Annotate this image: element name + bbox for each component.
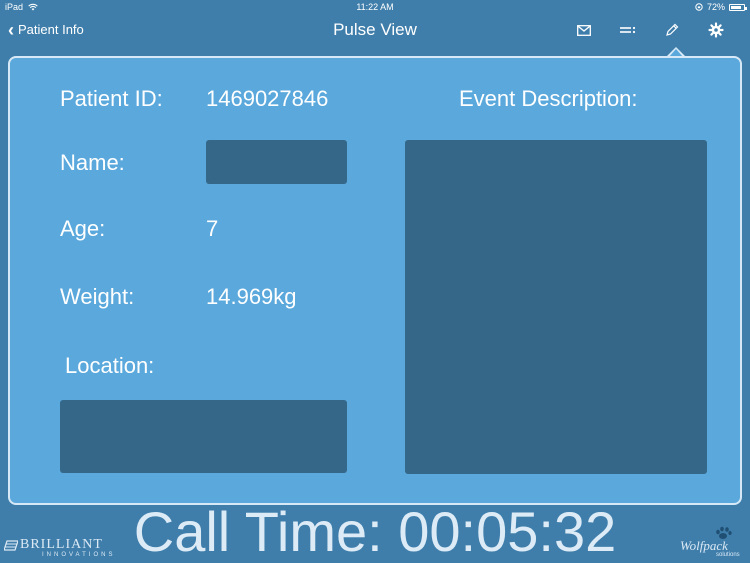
name-input[interactable]	[206, 140, 347, 184]
age-label: Age:	[60, 216, 106, 241]
brilliant-logo-text: BRILLIANT	[20, 537, 103, 552]
solutions-logo-text: solutions	[716, 552, 740, 558]
nav-bar: ‹ Patient Info Pulse View	[0, 14, 750, 48]
patient-id-label: Patient ID:	[60, 86, 163, 111]
location-label: Location:	[65, 353, 155, 378]
lock-rotation-icon	[695, 3, 703, 11]
wolfpack-solutions-logo: Wolfpack solutions	[676, 524, 748, 560]
age-value: 7	[206, 216, 219, 241]
status-bar: iPad 11:22 AM 72%	[0, 0, 750, 14]
battery-icon	[729, 3, 747, 11]
pencil-icon[interactable]	[662, 20, 682, 40]
sliders-icon[interactable]	[618, 20, 638, 40]
battery-percent: 72%	[706, 2, 725, 12]
weight-value: 14.969kg	[206, 284, 297, 309]
brilliant-logo-mark	[4, 540, 18, 551]
name-label: Name:	[60, 150, 125, 175]
innovations-logo-text: INNOVATIONS	[42, 552, 116, 558]
gear-icon[interactable]	[706, 20, 726, 40]
event-description-textarea[interactable]	[405, 140, 707, 474]
location-input[interactable]	[60, 400, 347, 473]
brilliant-innovations-logo: BRILLIANT INNOVATIONS	[4, 537, 114, 559]
patient-panel: Patient ID: 1469027846 Event Description…	[8, 56, 742, 505]
patient-id-value: 1469027846	[206, 86, 329, 111]
envelope-icon[interactable]	[574, 20, 594, 40]
event-description-label: Event Description:	[459, 86, 638, 111]
status-time: 11:22 AM	[356, 2, 394, 12]
weight-label: Weight:	[60, 284, 135, 309]
